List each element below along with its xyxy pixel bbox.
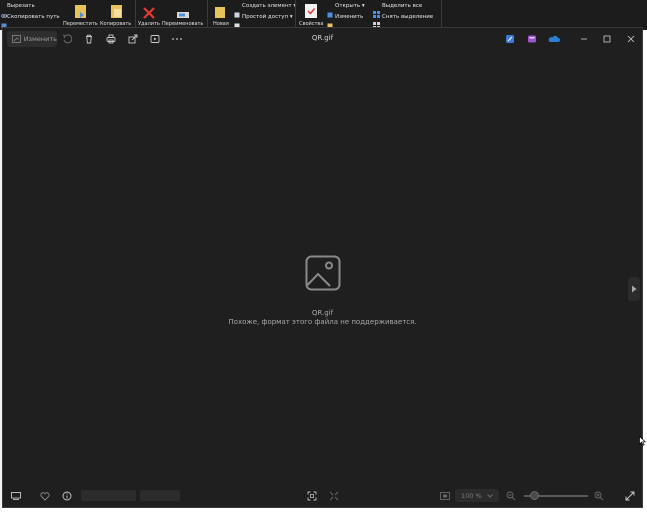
filmstrip-icon[interactable] [10,490,22,502]
edit-file-button[interactable]: Изменить [335,14,363,20]
select-all-button[interactable]: Выделить все [382,3,422,9]
zoom-in-icon[interactable] [593,490,605,502]
ribbon-separator [207,0,208,28]
mouse-cursor-icon [639,431,647,450]
new-item-button[interactable]: Создать элемент ▾ [242,3,296,9]
move-to-icon [74,3,88,23]
chevron-right-icon [632,285,637,293]
favorite-heart-icon[interactable] [39,490,51,502]
properties-icon [304,3,318,23]
close-icon[interactable] [624,32,638,46]
minimize-icon[interactable] [577,32,591,46]
photos-viewer-window: Изменить QR.gif QR.gif Похоже, формат эт… [2,27,643,508]
cut-button[interactable]: Вырезать [7,3,35,9]
title-bar: Изменить QR.gif [3,28,642,50]
explorer-ribbon: Вырезать Скопировать путь Переместить Ко… [0,0,647,30]
chevron-down-icon [487,493,493,498]
window-title: QR.gif [311,34,334,42]
ribbon-separator [295,0,296,28]
easy-access-button[interactable]: Простой доступ ▾ [242,14,293,20]
image-canvas: QR.gif Похоже, формат этого файла не под… [3,50,642,484]
next-image-button[interactable] [628,277,640,301]
zoom-slider-thumb[interactable] [530,491,539,500]
open-button[interactable]: Открыть ▾ [335,3,365,9]
file-info-icon[interactable] [61,490,73,502]
deselect-button[interactable]: Снять выделение [382,14,433,20]
bottom-toolbar: 100 % [3,484,642,508]
file-details-field [81,490,136,501]
screen-mode-icon[interactable] [439,490,451,502]
copy-to-icon [110,3,124,23]
copy-path-button[interactable]: Скопировать путь [7,14,60,20]
clipchamp-icon[interactable] [504,33,516,45]
image-placeholder-icon [305,255,341,295]
unsupported-format-message: Похоже, формат этого файла не поддержива… [228,318,417,326]
zoom-level-value: 100 % [461,491,482,500]
zoom-out-icon[interactable] [505,490,517,502]
ribbon-separator [441,0,442,28]
file-size-field [140,490,180,501]
fullscreen-icon[interactable] [624,490,636,502]
fit-to-window-icon[interactable] [306,490,318,502]
actual-size-icon[interactable] [328,490,340,502]
unsupported-file-name: QR.gif [311,309,334,317]
zoom-level-dropdown[interactable]: 100 % [455,489,499,502]
designer-icon[interactable] [526,33,538,45]
maximize-icon[interactable] [600,32,614,46]
ribbon-separator [135,0,136,28]
onedrive-icon[interactable] [548,33,560,45]
